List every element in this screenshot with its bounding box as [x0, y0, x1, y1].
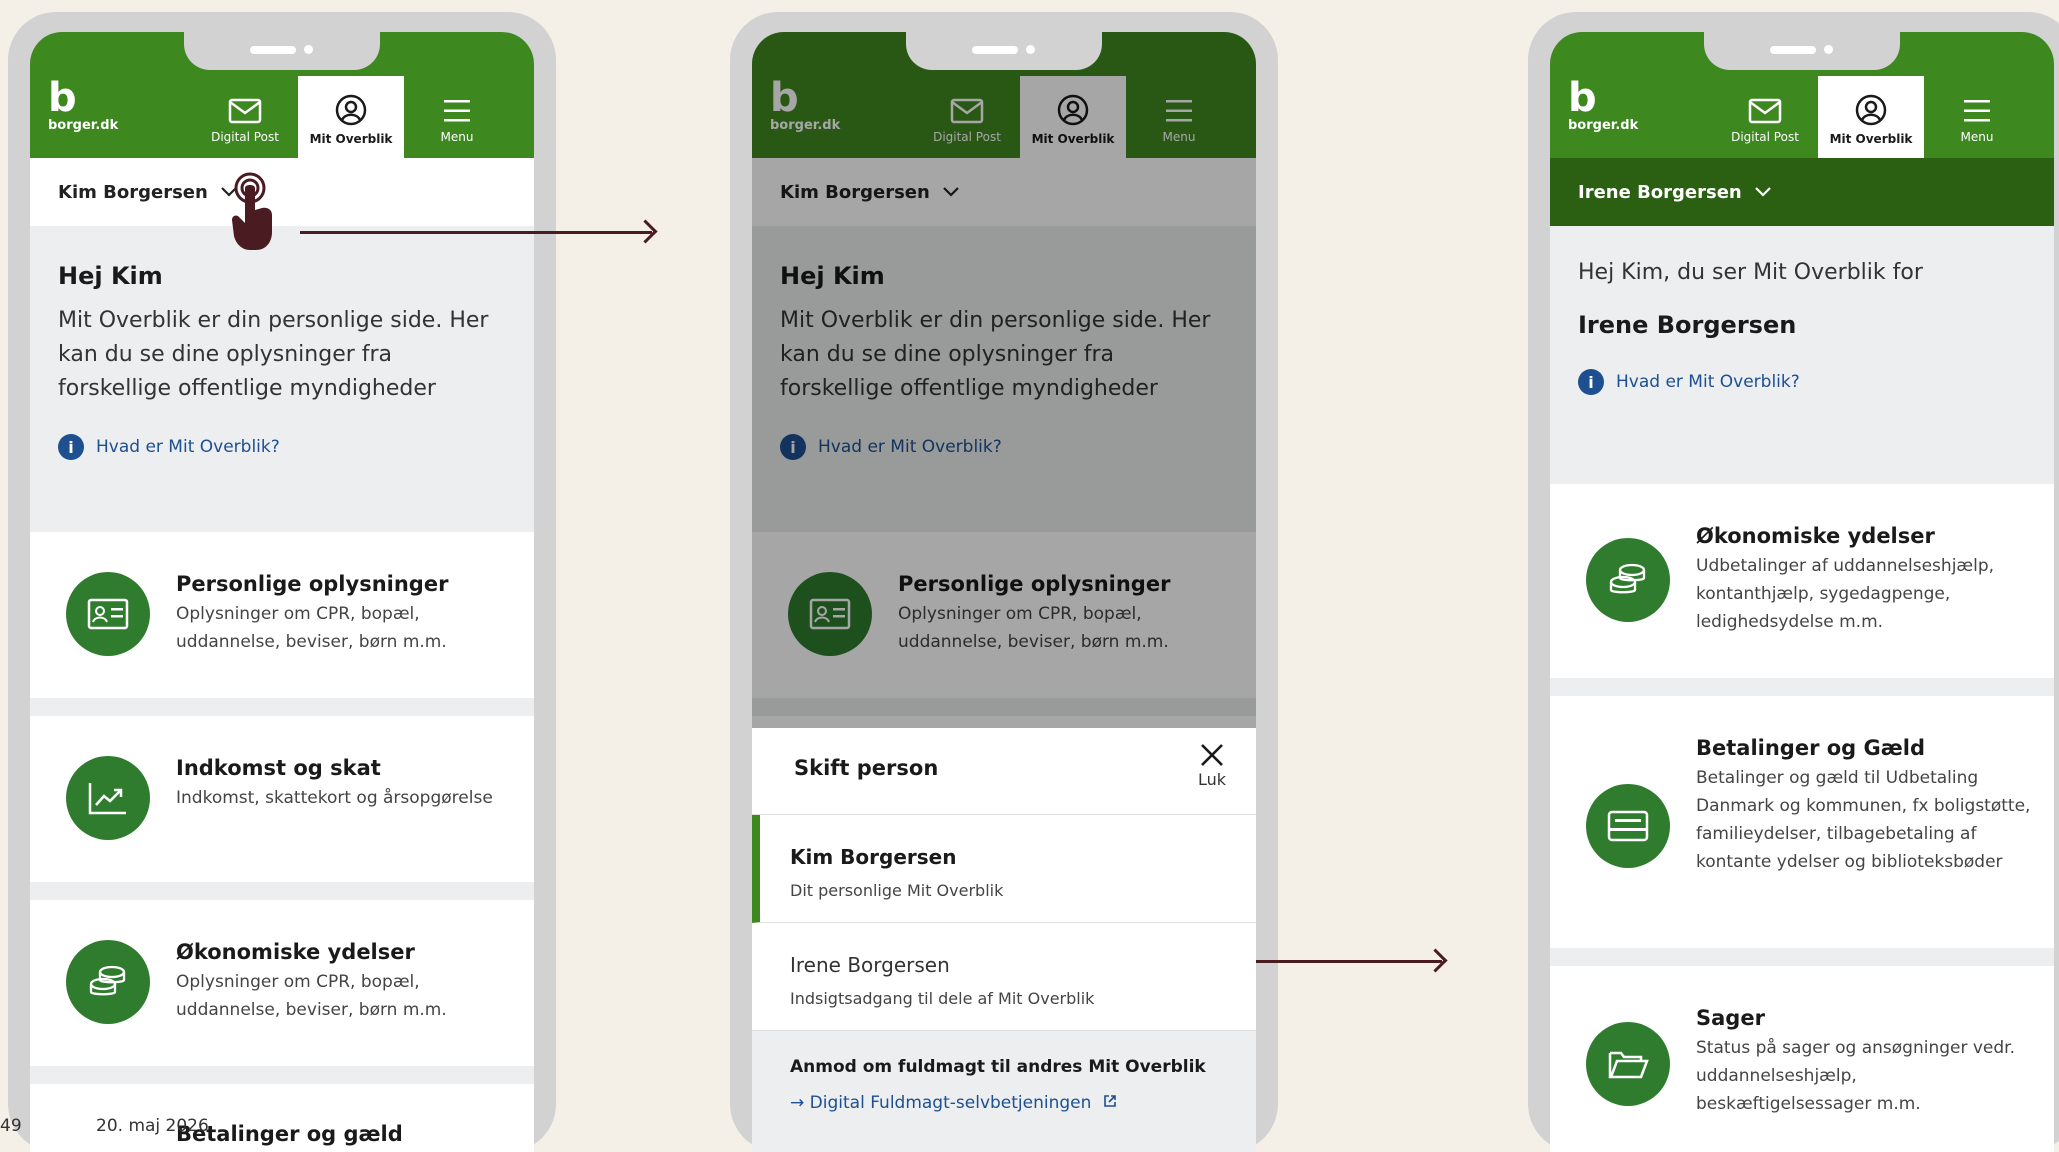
user-circle-icon	[1855, 94, 1887, 126]
flow-arrow-2	[1230, 960, 1442, 963]
phone-notch	[184, 32, 380, 70]
nav-label: Digital Post	[211, 130, 279, 144]
viewed-person-name: Irene Borgersen	[1578, 311, 1797, 339]
nav-mit-overblik[interactable]: Mit Overblik	[1818, 76, 1924, 170]
info-icon: i	[1578, 369, 1604, 395]
nav-menu[interactable]: Menu	[1924, 76, 2030, 158]
phone-notch	[906, 32, 1102, 70]
borger-logo[interactable]: b borger.dk	[1568, 78, 1668, 133]
close-label: Luk	[1197, 770, 1226, 789]
footer-title: Anmod om fuldmagt til andres Mit Overbli…	[790, 1057, 1206, 1077]
card-okonomiske-ydelser[interactable]: Økonomiske ydelser Oplysninger om CPR, bo…	[30, 900, 534, 1084]
page-number: 49	[0, 1116, 22, 1136]
folder-icon	[1586, 1022, 1670, 1106]
phone-screen: b borger.dk Digital Post Mit Overblik Me…	[1550, 32, 2054, 1152]
info-icon: i	[58, 434, 84, 460]
nav-label: Menu	[440, 130, 474, 144]
option-name: Kim Borgersen	[790, 845, 957, 869]
slide-date: 20. maj 2026	[96, 1116, 209, 1136]
option-name: Irene Borgersen	[790, 953, 950, 977]
current-user-name: Kim Borgersen	[58, 181, 208, 203]
logo-text: borger.dk	[48, 118, 119, 133]
modal-backdrop[interactable]	[752, 32, 1256, 738]
card-title: Økonomiske ydelser	[1696, 524, 1935, 548]
intro-text: Hej Kim, du ser Mit Overblik for	[1578, 260, 1923, 285]
chevron-down-icon	[1754, 187, 1771, 197]
chart-trend-icon	[66, 756, 150, 840]
nav-mit-overblik[interactable]: Mit Overblik	[298, 76, 404, 170]
info-link[interactable]: i Hvad er Mit Overblik?	[1578, 369, 2026, 395]
card-title: Betalinger og gæld	[176, 1122, 403, 1146]
nav-digital-post[interactable]: Digital Post	[1712, 76, 1818, 158]
person-option-irene[interactable]: Irene Borgersen Indsigtsadgang til dele …	[752, 923, 1256, 1031]
nav-label: Menu	[1960, 130, 1994, 144]
card-sager[interactable]: Sager Status på sager og ansøgninger vedr…	[1550, 966, 2054, 1152]
fuldmagt-link[interactable]: → Digital Fuldmagt-selvbetjeningen	[790, 1093, 1256, 1113]
phone-screen: b borger.dk Digital Post Mit Overblik Me…	[752, 32, 1256, 1152]
sheet-header: Skift person Luk	[752, 728, 1256, 815]
card-description: Betalinger og gæld til Udbetaling Danmar…	[1696, 768, 2031, 872]
card-indkomst-og-skat[interactable]: Indkomst og skat Indkomst, skattekort og …	[30, 716, 534, 900]
coins-icon	[66, 940, 150, 1024]
current-user-name: Irene Borgersen	[1578, 181, 1742, 203]
option-description: Dit personlige Mit Overblik	[790, 881, 1004, 900]
credit-card-icon	[1586, 784, 1670, 868]
user-circle-icon	[335, 94, 367, 126]
card-personlige-oplysninger[interactable]: Personlige oplysninger Oplysninger om CPR…	[30, 532, 534, 716]
card-title: Sager	[1696, 1006, 1765, 1030]
phone-mockup-3: b borger.dk Digital Post Mit Overblik Me…	[1528, 12, 2059, 1152]
logo-letter: b	[1568, 75, 1597, 121]
intro-text: Mit Overblik er din personlige side. Her…	[58, 308, 489, 401]
envelope-icon	[1748, 98, 1782, 124]
sheet-title: Skift person	[794, 756, 939, 780]
id-card-icon	[66, 572, 150, 656]
card-description: Indkomst, skattekort og årsopgørelse	[176, 788, 493, 808]
card-description: Status på sager og ansøgninger vedr. udd…	[1696, 1038, 2015, 1114]
phone-mockup-2: b borger.dk Digital Post Mit Overblik Me…	[730, 12, 1278, 1152]
greeting-heading: Hej Kim	[58, 262, 163, 290]
nav-label: Mit Overblik	[309, 132, 393, 146]
fuldmagt-link-text: Digital Fuldmagt-selvbetjeningen	[809, 1093, 1092, 1113]
coins-icon	[1586, 538, 1670, 622]
card-okonomiske-ydelser[interactable]: Økonomiske ydelser Udbetalinger af uddann…	[1550, 484, 2054, 696]
info-link[interactable]: i Hvad er Mit Overblik?	[58, 434, 506, 460]
info-link-text: Hvad er Mit Overblik?	[96, 437, 280, 457]
nav-digital-post[interactable]: Digital Post	[192, 76, 298, 158]
nav-label: Mit Overblik	[1829, 132, 1913, 146]
borger-logo[interactable]: b borger.dk	[48, 78, 148, 133]
external-link-icon	[1104, 1095, 1116, 1107]
close-icon	[1201, 744, 1223, 766]
flow-arrow-1	[300, 231, 652, 234]
envelope-icon	[228, 98, 262, 124]
card-description: Oplysninger om CPR, bopæl, uddannelse, b…	[176, 972, 447, 1020]
card-title: Indkomst og skat	[176, 756, 381, 780]
arrow-right-icon: →	[790, 1093, 810, 1113]
option-description: Indsigtsadgang til dele af Mit Overblik	[790, 989, 1095, 1008]
logo-text: borger.dk	[1568, 118, 1639, 133]
phone-notch	[1704, 32, 1900, 70]
tap-hand-icon	[232, 172, 272, 250]
close-button[interactable]: Luk	[1198, 742, 1226, 789]
card-title: Økonomiske ydelser	[176, 940, 415, 964]
card-description: Oplysninger om CPR, bopæl, uddannelse, b…	[176, 604, 447, 652]
card-description: Udbetalinger af uddannelseshjælp, kontan…	[1696, 556, 1995, 632]
logo-letter: b	[48, 75, 77, 121]
nav-label: Digital Post	[1731, 130, 1799, 144]
card-title: Betalinger og Gæld	[1696, 736, 1925, 760]
info-link-text: Hvad er Mit Overblik?	[1616, 372, 1800, 392]
person-switcher[interactable]: Irene Borgersen	[1550, 158, 2054, 226]
sheet-footer: Anmod om fuldmagt til andres Mit Overbli…	[752, 1031, 1256, 1152]
hamburger-icon	[1964, 100, 1990, 122]
nav-menu[interactable]: Menu	[404, 76, 510, 158]
intro-section: Hej Kim, du ser Mit Overblik for Irene B…	[1550, 226, 2054, 484]
intro-section: Hej Kim Mit Overblik er din personlige s…	[30, 226, 534, 532]
card-title: Personlige oplysninger	[176, 572, 449, 596]
switch-person-sheet: Skift person Luk Kim Borgersen Dit perso…	[752, 728, 1256, 1152]
person-option-kim[interactable]: Kim Borgersen Dit personlige Mit Overbli…	[752, 815, 1256, 923]
card-betalinger-og-gaeld[interactable]: Betalinger og Gæld Betalinger og gæld til…	[1550, 696, 2054, 966]
hamburger-icon	[444, 100, 470, 122]
